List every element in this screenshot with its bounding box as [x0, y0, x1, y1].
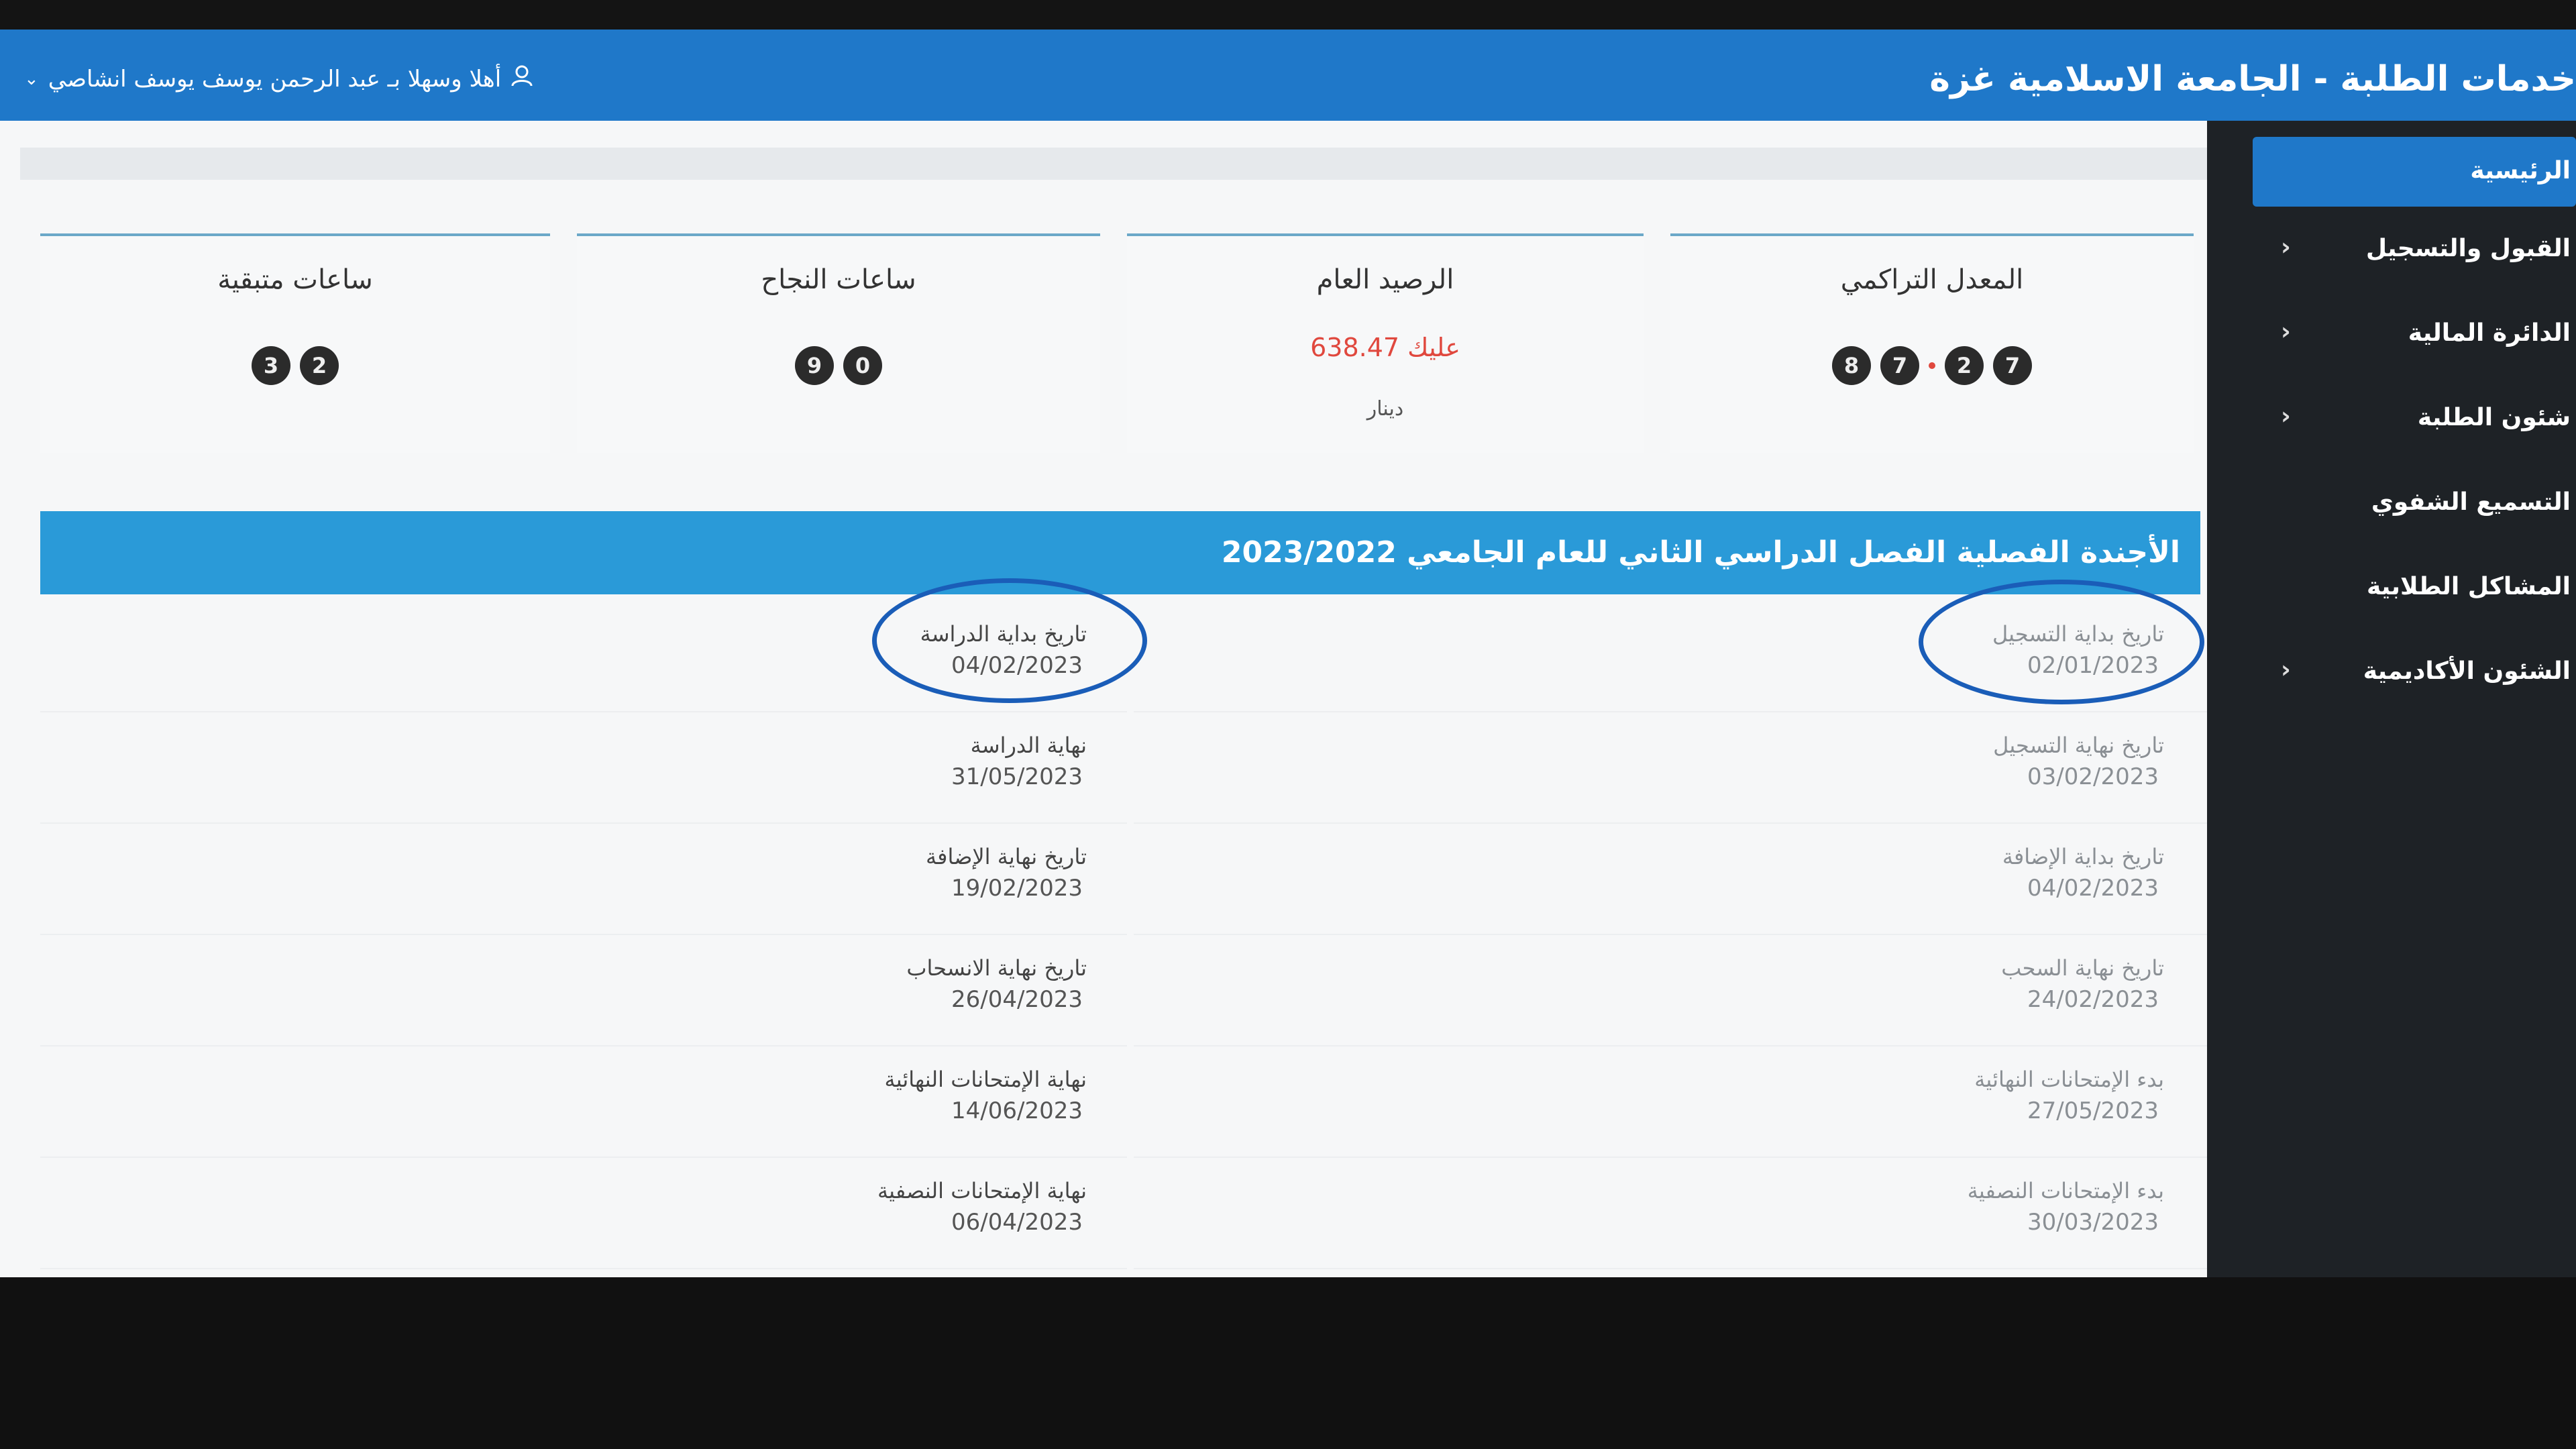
agenda-label: نهاية الدراسة — [970, 733, 1087, 758]
agenda-label: تاريخ نهاية الإضافة — [926, 844, 1087, 869]
agenda-row: بدء الإمتحانات النهائية 27/05/2023 — [1134, 1049, 2207, 1158]
agenda-label: تاريخ بداية الإضافة — [2002, 844, 2164, 869]
agenda-date: 04/02/2023 — [2027, 875, 2159, 902]
agenda-label: نهاية الإمتحانات النهائية — [884, 1067, 1087, 1092]
digit: 3 — [252, 346, 290, 385]
digit: 8 — [1832, 346, 1871, 385]
card-top-border — [1670, 233, 2194, 236]
sidebar-item-finance[interactable]: الدائرة المالية ‹ — [2207, 299, 2576, 369]
agenda-date: 24/02/2023 — [2027, 986, 2159, 1013]
agenda-date: 26/04/2023 — [951, 986, 1083, 1013]
annotation-circle — [872, 578, 1147, 703]
sidebar-item-label: شئون الطلبة — [2417, 404, 2571, 431]
agenda-row: نهاية الإمتحانات النهائية 14/06/2023 — [40, 1049, 1127, 1158]
remaining-hours-card: ساعات متبقية 3 2 — [40, 233, 550, 453]
agenda-header: الأجندة الفصلية الفصل الدراسي الثاني للع… — [40, 511, 2200, 594]
sidebar-item-admission[interactable]: القبول والتسجيل ‹ — [2207, 215, 2576, 284]
remaining-hours-digits: 3 2 — [40, 346, 550, 385]
gpa-card: المعدل التراكمي 8 7 2 7 — [1670, 233, 2194, 453]
passed-hours-card: ساعات النجاح 9 0 — [577, 233, 1100, 453]
agenda-row: نهاية الإمتحانات النصفية 06/04/2023 — [40, 1161, 1127, 1269]
chevron-left-icon: ‹ — [2281, 656, 2291, 684]
top-navbar: خدمات الطلبة - الجامعة الاسلامية غزة أهل… — [0, 30, 2576, 121]
agenda-date: 03/02/2023 — [2027, 763, 2159, 790]
card-title: ساعات متبقية — [217, 264, 373, 295]
annotation-circle — [1919, 580, 2204, 704]
agenda-date: 06/04/2023 — [951, 1209, 1083, 1236]
chevron-down-icon[interactable]: ⌄ — [24, 69, 39, 89]
sidebar-item-label: الدائرة المالية — [2408, 319, 2571, 347]
digit: 7 — [1880, 346, 1919, 385]
sidebar-item-label: القبول والتسجيل — [2365, 235, 2571, 262]
agenda-date: 19/02/2023 — [951, 875, 1083, 902]
sidebar-item-academic-affairs[interactable]: الشئون الأكاديمية ‹ — [2207, 637, 2576, 707]
agenda-date: 14/06/2023 — [951, 1097, 1083, 1124]
main-content: المعدل التراكمي 8 7 2 7 الرصيد العام علي… — [0, 121, 2207, 1277]
agenda-row: تاريخ بداية الإضافة 04/02/2023 — [1134, 826, 2207, 935]
passed-hours-digits: 9 0 — [577, 346, 1100, 385]
gpa-digits: 8 7 2 7 — [1670, 346, 2194, 385]
agenda-date: 31/05/2023 — [951, 763, 1083, 790]
agenda-label: تاريخ نهاية الانسحاب — [906, 955, 1087, 981]
agenda-row: نهاية الدراسة 31/05/2023 — [40, 715, 1127, 824]
sidebar-item-label: التسميع الشفوي — [2371, 488, 2571, 516]
chevron-left-icon: ‹ — [2281, 402, 2291, 430]
browser-screen: خدمات الطلبة - الجامعة الاسلامية غزة أهل… — [0, 30, 2576, 1277]
digit: 7 — [1993, 346, 2032, 385]
agenda-label: تاريخ نهاية التسجيل — [1993, 733, 2164, 758]
agenda-label: بدء الإمتحانات النصفية — [1967, 1178, 2164, 1203]
card-top-border — [40, 233, 550, 236]
agenda-date: 30/03/2023 — [2027, 1209, 2159, 1236]
sidebar-item-student-affairs[interactable]: شئون الطلبة ‹ — [2207, 384, 2576, 453]
agenda-date: 27/05/2023 — [2027, 1097, 2159, 1124]
toolbar-strip — [20, 148, 2207, 180]
digit: 9 — [795, 346, 834, 385]
sidebar-item-label: الشئون الأكاديمية — [2363, 657, 2571, 685]
card-top-border — [1127, 233, 1644, 236]
balance-card: الرصيد العام عليك 638.47 دينار — [1127, 233, 1644, 453]
agenda-row: تاريخ نهاية الانسحاب 26/04/2023 — [40, 938, 1127, 1046]
agenda-title: الأجندة الفصلية الفصل الدراسي الثاني للع… — [1221, 535, 2180, 570]
digit: 2 — [1945, 346, 1984, 385]
sidebar-item-oral-recitation[interactable]: التسميع الشفوي — [2207, 468, 2576, 538]
user-menu[interactable]: أهلا وسهلا بـ عبد الرحمن يوسف يوسف انشاص… — [24, 64, 533, 93]
welcome-text: أهلا وسهلا بـ عبد الرحمن يوسف يوسف انشاص… — [48, 65, 502, 93]
decimal-point — [1929, 362, 1935, 369]
chevron-left-icon: ‹ — [2281, 233, 2291, 261]
card-title: الرصيد العام — [1316, 264, 1454, 295]
sidebar-item-label: المشاكل الطلابية — [2366, 573, 2571, 600]
agenda-row: بدء الإمتحانات النصفية 30/03/2023 — [1134, 1161, 2207, 1269]
card-title: المعدل التراكمي — [1840, 264, 2024, 295]
digit: 2 — [300, 346, 339, 385]
currency-label: دينار — [1366, 397, 1404, 421]
agenda-label: بدء الإمتحانات النهائية — [1974, 1067, 2164, 1092]
digit: 0 — [843, 346, 882, 385]
site-title[interactable]: خدمات الطلبة - الجامعة الاسلامية غزة — [1929, 59, 2576, 99]
agenda-label: تاريخ نهاية السحب — [2001, 955, 2164, 981]
monitor-bezel — [0, 1277, 2576, 1449]
card-title: ساعات النجاح — [761, 264, 916, 295]
chevron-left-icon: ‹ — [2281, 318, 2291, 345]
card-top-border — [577, 233, 1100, 236]
sidebar-item-home[interactable]: الرئيسية — [2253, 137, 2576, 207]
agenda-row: تاريخ نهاية التسجيل 03/02/2023 — [1134, 715, 2207, 824]
agenda-label: نهاية الإمتحانات النصفية — [877, 1178, 1087, 1203]
sidebar-item-student-problems[interactable]: المشاكل الطلابية — [2207, 553, 2576, 623]
user-icon — [511, 64, 533, 93]
sidebar-item-label: الرئيسية — [2470, 157, 2571, 184]
sidebar: الرئيسية القبول والتسجيل ‹ الدائرة المال… — [2207, 121, 2576, 1277]
agenda-row: تاريخ نهاية السحب 24/02/2023 — [1134, 938, 2207, 1046]
agenda-row: تاريخ نهاية الإضافة 19/02/2023 — [40, 826, 1127, 935]
balance-value: عليك 638.47 — [1310, 333, 1460, 362]
